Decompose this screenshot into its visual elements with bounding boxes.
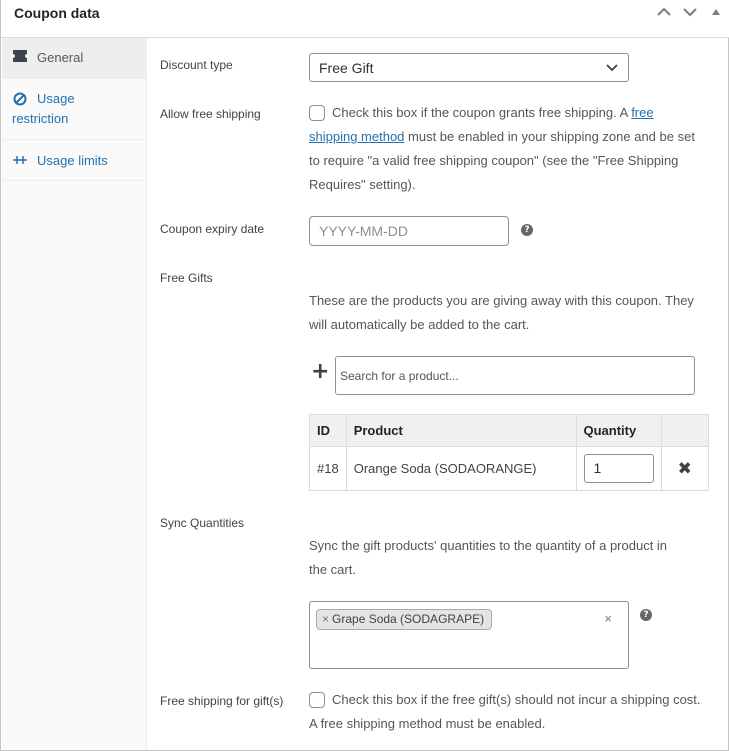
- gift-quantity-cell: 1: [575, 446, 662, 491]
- add-product-icon[interactable]: +: [311, 361, 329, 383]
- panel-title: Coupon data: [14, 5, 100, 21]
- sync-desc-line2: the cart.: [309, 562, 356, 577]
- tab-usage-limits[interactable]: Usage limits: [2, 140, 147, 181]
- free-gifts-desc-line2: will automatically be added to the cart.: [309, 317, 530, 332]
- move-down-icon[interactable]: [681, 4, 699, 20]
- expiry-date-placeholder: YYYY-MM-DD: [319, 223, 408, 239]
- discount-type-value: Free Gift: [319, 60, 374, 76]
- expiry-date-label: Coupon expiry date: [160, 222, 265, 236]
- column-header-id: ID: [309, 414, 347, 447]
- free-shipping-desc-line3: to require "a valid free shipping coupon…: [309, 153, 679, 168]
- allow-free-shipping-label: Allow free shipping: [160, 107, 261, 121]
- ticket-icon: [12, 50, 28, 65]
- gift-id-cell: #18: [309, 446, 347, 491]
- tab-general-label: General: [37, 50, 84, 65]
- quantity-input[interactable]: 1: [583, 454, 654, 483]
- free-shipping-method-link[interactable]: free: [631, 105, 653, 120]
- free-shipping-desc-line2: shipping method must be enabled in your …: [309, 125, 695, 149]
- free-gifts-table: ID Product Quantity #18 Orange Soda (SOD…: [309, 414, 709, 491]
- expiry-date-input[interactable]: YYYY-MM-DD: [309, 216, 509, 246]
- sync-quantities-label: Sync Quantities: [160, 516, 245, 530]
- selected-product-chip: × Grape Soda (SODAGRAPE): [316, 609, 493, 630]
- toggle-panel-icon[interactable]: [707, 4, 725, 20]
- product-search-placeholder: Search for a product...: [340, 369, 459, 383]
- discount-type-label: Discount type: [160, 58, 233, 72]
- allow-free-shipping-checkbox[interactable]: [309, 105, 325, 121]
- tab-usage-limits-label: Usage limits: [37, 153, 108, 168]
- discount-type-select[interactable]: Free Gift: [309, 53, 629, 82]
- free-gifts-label: Free Gifts: [160, 271, 213, 285]
- general-options: Discount type Free Gift Allow free shipp…: [147, 38, 729, 750]
- gift-product-cell: Orange Soda (SODAORANGE): [345, 446, 577, 491]
- free-gifts-desc-line1: These are the products you are giving aw…: [309, 293, 694, 308]
- move-up-icon[interactable]: [655, 4, 673, 20]
- tab-general[interactable]: General: [2, 38, 147, 79]
- free-shipping-gifts-label: Free shipping for gift(s): [160, 694, 284, 708]
- free-shipping-gifts-desc-line1: Check this box if the free gift(s) shoul…: [332, 692, 701, 707]
- coupon-data-panel: Coupon data General Usage restriction Us…: [0, 0, 729, 751]
- clear-selection-icon[interactable]: ×: [604, 611, 612, 626]
- free-shipping-gifts-checkbox[interactable]: [309, 692, 325, 708]
- free-shipping-desc-line4: Requires" setting).: [309, 177, 416, 192]
- product-search-input[interactable]: Search for a product...: [335, 356, 695, 395]
- table-header-row: ID Product Quantity: [309, 414, 709, 447]
- tab-usage-restriction-label-line2: restriction: [12, 111, 69, 126]
- chevron-down-icon: [603, 58, 621, 76]
- free-shipping-method-link-cont[interactable]: shipping method: [309, 129, 404, 144]
- chip-remove-icon[interactable]: ×: [322, 612, 329, 626]
- sync-help-icon[interactable]: ?: [640, 609, 652, 621]
- remove-gift-icon[interactable]: ✖: [660, 446, 709, 491]
- free-shipping-desc-text: Check this box if the coupon grants free…: [332, 105, 632, 120]
- block-icon: [12, 92, 28, 109]
- sync-desc-line1: Sync the gift products' quantities to th…: [309, 538, 668, 553]
- sync-product-select[interactable]: × Grape Soda (SODAGRAPE) ×: [309, 601, 629, 669]
- panel-header: Coupon data: [1, 0, 729, 38]
- coupon-tabs-sidebar: General Usage restriction Usage limits: [2, 38, 147, 750]
- chip-label: Grape Soda (SODAGRAPE): [332, 612, 485, 626]
- table-row: #18 Orange Soda (SODAORANGE) 1 ✖: [309, 446, 709, 491]
- expiry-help-icon[interactable]: ?: [521, 224, 533, 236]
- free-shipping-desc-text-2: must be enabled in your shipping zone an…: [404, 129, 695, 144]
- free-shipping-gifts-desc-line2: A free shipping method must be enabled.: [309, 716, 546, 731]
- column-header-product: Product: [345, 414, 577, 447]
- column-header-actions: [660, 414, 709, 447]
- column-header-quantity: Quantity: [575, 414, 662, 447]
- tab-usage-restriction-label-line1: Usage: [37, 91, 75, 106]
- tab-usage-restriction[interactable]: Usage restriction: [2, 79, 147, 140]
- free-shipping-desc-line1: Check this box if the coupon grants free…: [332, 101, 654, 125]
- limits-icon: [12, 153, 28, 170]
